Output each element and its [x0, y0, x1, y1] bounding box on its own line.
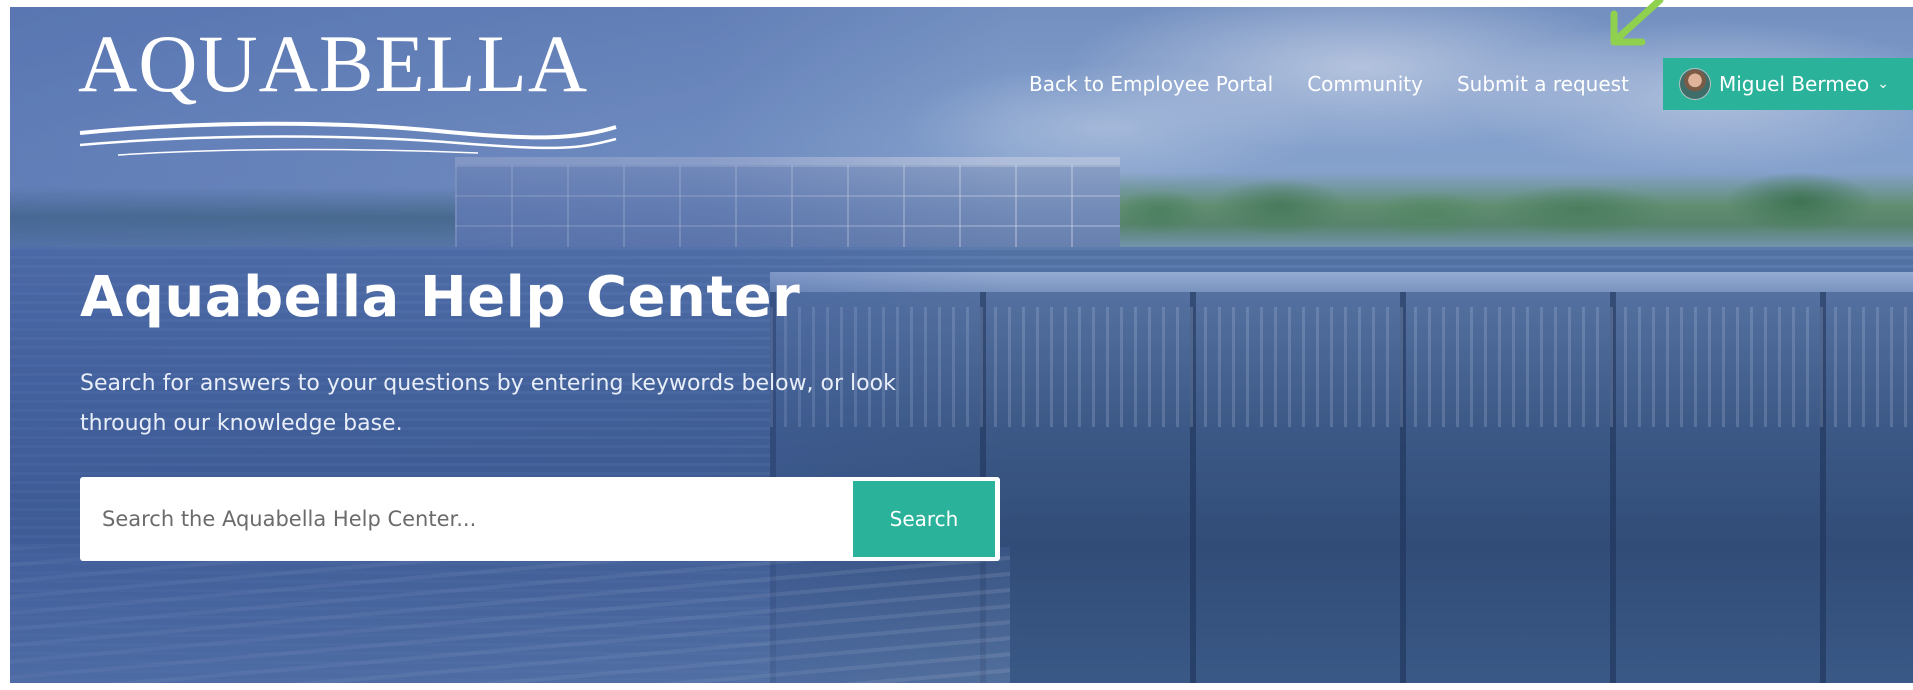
nav-link-employee-portal[interactable]: Back to Employee Portal	[1029, 72, 1273, 96]
logo-text: AQUABELLA	[78, 18, 589, 109]
user-name: Miguel Bermeo	[1718, 72, 1870, 96]
search-button[interactable]: Search	[853, 481, 995, 557]
logo-waves-icon	[79, 121, 617, 156]
chevron-down-icon: ⌄	[1877, 76, 1889, 92]
search-form: Search	[80, 477, 1000, 561]
hero-description: Search for answers to your questions by …	[80, 371, 896, 436]
hero-banner: AQUABELLA Back to Employee Portal Commun…	[10, 7, 1913, 683]
page-frame: AQUABELLA Back to Employee Portal Commun…	[0, 0, 1913, 690]
avatar	[1678, 68, 1711, 100]
top-navigation: Back to Employee Portal Community Submit…	[1029, 58, 1913, 110]
brand-logo[interactable]: AQUABELLA	[78, 18, 638, 156]
user-menu-button[interactable]: Miguel Bermeo ⌄	[1662, 58, 1913, 110]
nav-link-submit-request[interactable]: Submit a request	[1457, 72, 1629, 96]
nav-link-community[interactable]: Community	[1307, 72, 1423, 96]
search-input[interactable]	[102, 489, 853, 549]
page-title: Aquabella Help Center	[80, 265, 801, 330]
arrow-annotation-icon	[1610, 0, 1664, 46]
